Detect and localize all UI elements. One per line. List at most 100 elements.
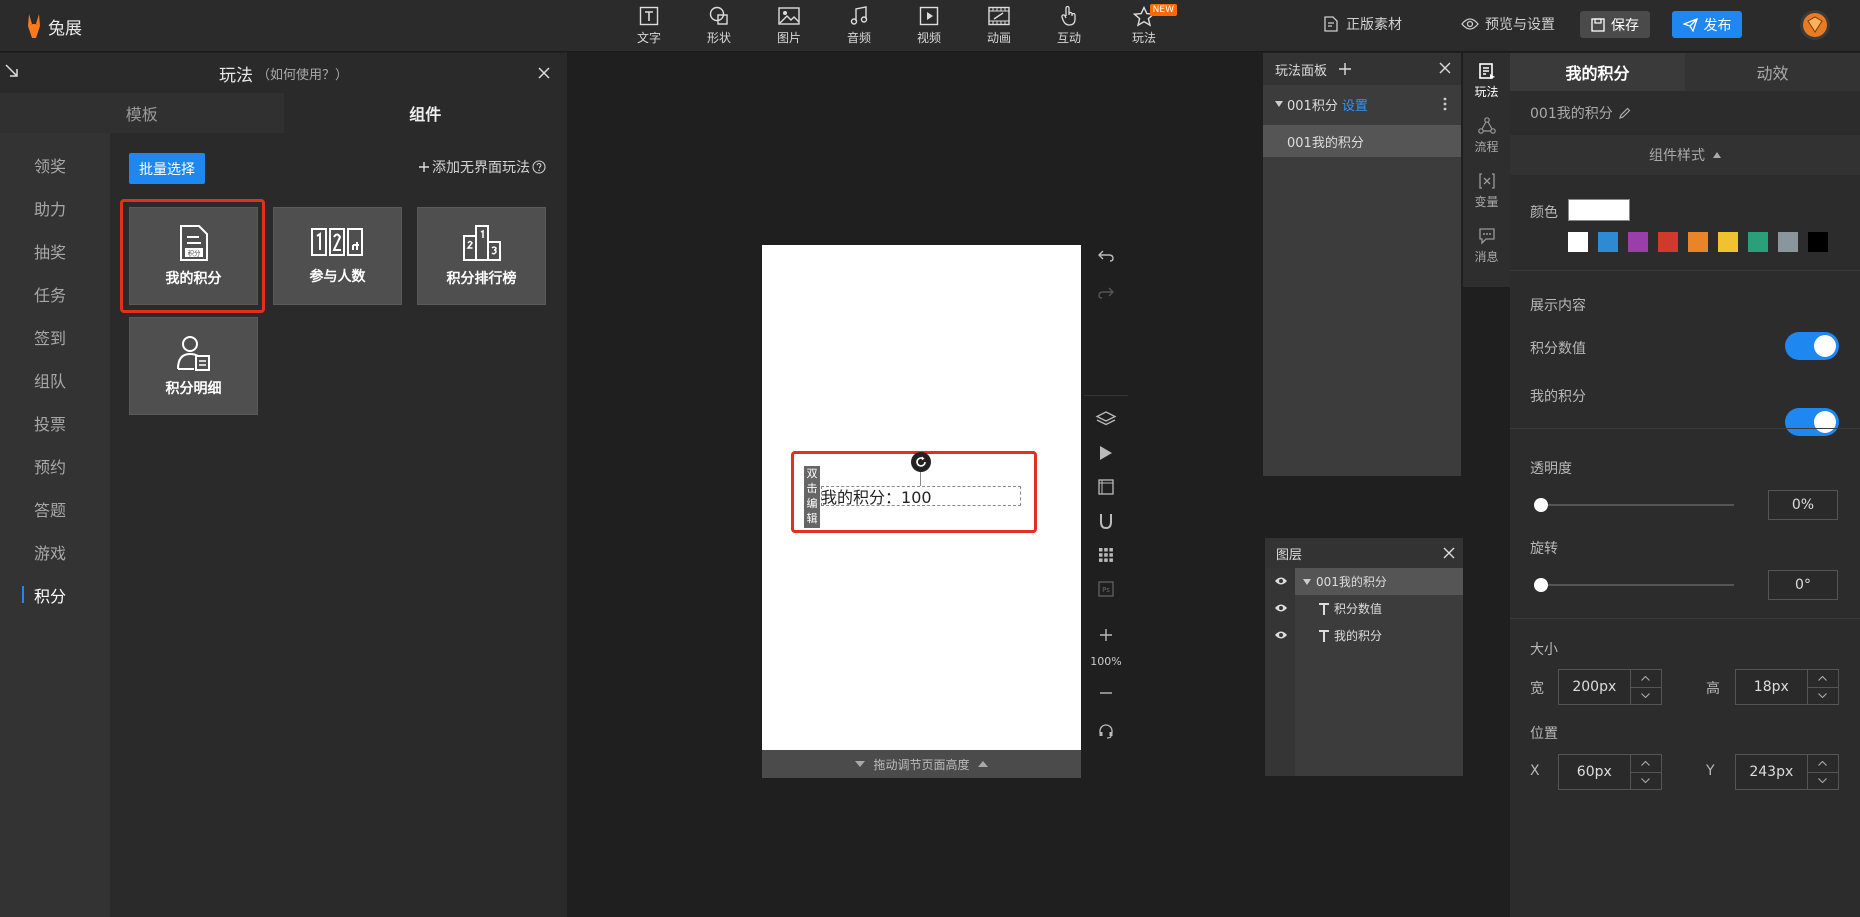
save-button[interactable]: 保存 [1580, 11, 1650, 38]
chevron-up-icon[interactable] [1807, 755, 1838, 773]
category-item[interactable]: 预约 [0, 444, 110, 487]
layer-row[interactable]: 我的积分 [1295, 622, 1463, 649]
color-swatch[interactable] [1748, 232, 1768, 252]
color-swatch[interactable] [1778, 232, 1798, 252]
grid-icon[interactable] [1092, 542, 1120, 568]
category-item[interactable]: 答题 [0, 487, 110, 530]
avatar[interactable] [1800, 10, 1830, 40]
close-icon[interactable] [1443, 547, 1455, 559]
app-logo[interactable]: 兔展 [24, 8, 114, 44]
headset-support-icon[interactable] [1092, 718, 1120, 744]
color-picker[interactable] [1568, 199, 1630, 221]
rotate-slider-knob[interactable] [1534, 578, 1548, 592]
category-item[interactable]: 签到 [0, 315, 110, 358]
play-group-setting-link[interactable]: 设置 [1342, 95, 1368, 114]
category-item[interactable]: 任务 [0, 272, 110, 315]
opacity-slider-knob[interactable] [1534, 498, 1548, 512]
side-tab-variables[interactable]: 变量 [1463, 163, 1510, 218]
category-item[interactable]: 组队 [0, 358, 110, 401]
more-vertical-icon[interactable] [1443, 97, 1447, 111]
color-swatch[interactable] [1718, 232, 1738, 252]
eye-icon[interactable] [1274, 576, 1288, 586]
tool-shape[interactable]: 形状 [691, 4, 747, 48]
y-input[interactable]: 243px [1735, 754, 1839, 790]
color-swatch[interactable] [1658, 232, 1678, 252]
tool-animation[interactable]: 动画 [971, 4, 1027, 48]
component-card-leaderboard[interactable]: 积分排行榜 [417, 207, 546, 305]
category-item[interactable]: 抽奖 [0, 229, 110, 272]
color-swatch[interactable] [1808, 232, 1828, 252]
publish-button[interactable]: 发布 [1672, 11, 1742, 38]
rotate-icon[interactable] [911, 452, 931, 472]
layer-group-row[interactable]: 001我的积分 [1295, 568, 1463, 595]
undo-icon[interactable] [1092, 243, 1120, 269]
rotate-slider-track[interactable] [1534, 584, 1734, 586]
chevron-up-icon[interactable] [1630, 670, 1661, 688]
points-value-toggle[interactable] [1785, 332, 1839, 360]
category-item[interactable]: 助力 [0, 186, 110, 229]
redo-icon[interactable] [1092, 280, 1120, 306]
my-points-text[interactable]: 我的积分：100 [821, 484, 932, 508]
component-card-participants[interactable]: 参与人数 [273, 207, 402, 305]
component-name-row[interactable]: 001我的积分 [1530, 103, 1631, 123]
play-item-row[interactable]: 001我的积分 [1263, 125, 1461, 157]
layers-icon[interactable] [1092, 406, 1120, 432]
x-input[interactable]: 60px [1558, 754, 1662, 790]
zoom-out-icon[interactable] [1092, 680, 1120, 706]
tool-play[interactable]: 玩法 NEW [1111, 4, 1177, 48]
category-item-active[interactable]: 积分 [0, 573, 110, 616]
play-preview-icon[interactable] [1092, 440, 1120, 466]
tool-video[interactable]: 视频 [901, 4, 957, 48]
tool-audio[interactable]: 音频 [831, 4, 887, 48]
side-tab-flow[interactable]: 流程 [1463, 108, 1510, 163]
tool-interact[interactable]: 互动 [1041, 4, 1097, 48]
preview-settings-button[interactable]: 预览与设置 [1461, 10, 1555, 38]
height-input[interactable]: 18px [1735, 669, 1839, 705]
tab-effects[interactable]: 动效 [1685, 53, 1860, 91]
opacity-input[interactable]: 0% [1768, 490, 1838, 520]
ps-import-icon[interactable]: Ps [1092, 576, 1120, 602]
pencil-icon[interactable] [1618, 107, 1631, 119]
frame-icon[interactable] [1092, 474, 1120, 500]
double-click-edit-tag[interactable]: 双 击 编 辑 [804, 466, 820, 528]
page-height-drag-bar[interactable]: 拖动调节页面高度 [762, 750, 1081, 778]
width-input[interactable]: 200px [1558, 669, 1662, 705]
category-item[interactable]: 投票 [0, 401, 110, 444]
close-icon[interactable] [1439, 62, 1451, 74]
color-swatch[interactable] [1598, 232, 1618, 252]
chevron-down-icon[interactable] [1631, 688, 1661, 705]
side-tab-play[interactable]: 玩法 [1463, 53, 1510, 108]
chevron-down-icon[interactable] [1808, 688, 1838, 705]
rotate-input[interactable]: 0° [1768, 570, 1838, 600]
add-no-interface-play-link[interactable]: 添加无界面玩法 [418, 154, 546, 180]
color-swatch[interactable] [1568, 232, 1588, 252]
eye-icon[interactable] [1274, 603, 1288, 613]
component-card-points-detail[interactable]: 积分明细 [129, 317, 258, 415]
add-icon[interactable] [1339, 63, 1352, 75]
side-tab-messages[interactable]: 消息 [1463, 218, 1510, 273]
chevron-down-icon[interactable] [1631, 773, 1661, 790]
eye-icon[interactable] [1274, 630, 1288, 640]
tab-templates[interactable]: 模板 [0, 93, 284, 133]
component-card-my-points[interactable]: 积分 我的积分 [129, 207, 258, 305]
licensed-assets-button[interactable]: 正版素材 [1322, 10, 1402, 38]
color-swatch[interactable] [1688, 232, 1708, 252]
tab-components[interactable]: 组件 [283, 93, 567, 133]
tool-image[interactable]: 图片 [761, 4, 817, 48]
close-icon[interactable] [537, 66, 551, 80]
opacity-slider-track[interactable] [1534, 504, 1734, 506]
chevron-down-icon[interactable] [1808, 773, 1838, 790]
help-icon[interactable] [532, 160, 546, 174]
component-style-section[interactable]: 组件样式 [1510, 135, 1860, 175]
batch-select-button[interactable]: 批量选择 [129, 153, 205, 184]
category-item[interactable]: 游戏 [0, 530, 110, 573]
my-points-toggle[interactable] [1785, 408, 1839, 436]
tool-text[interactable]: 文字 [621, 4, 677, 48]
color-swatch[interactable] [1628, 232, 1648, 252]
how-to-use-link[interactable]: （如何使用？） [257, 64, 348, 83]
magnet-icon[interactable] [1092, 508, 1120, 534]
zoom-in-icon[interactable] [1092, 622, 1120, 648]
play-group-row[interactable]: 001积分 设置 [1263, 85, 1461, 123]
chevron-up-icon[interactable] [1807, 670, 1838, 688]
layer-row[interactable]: 积分数值 [1295, 595, 1463, 622]
